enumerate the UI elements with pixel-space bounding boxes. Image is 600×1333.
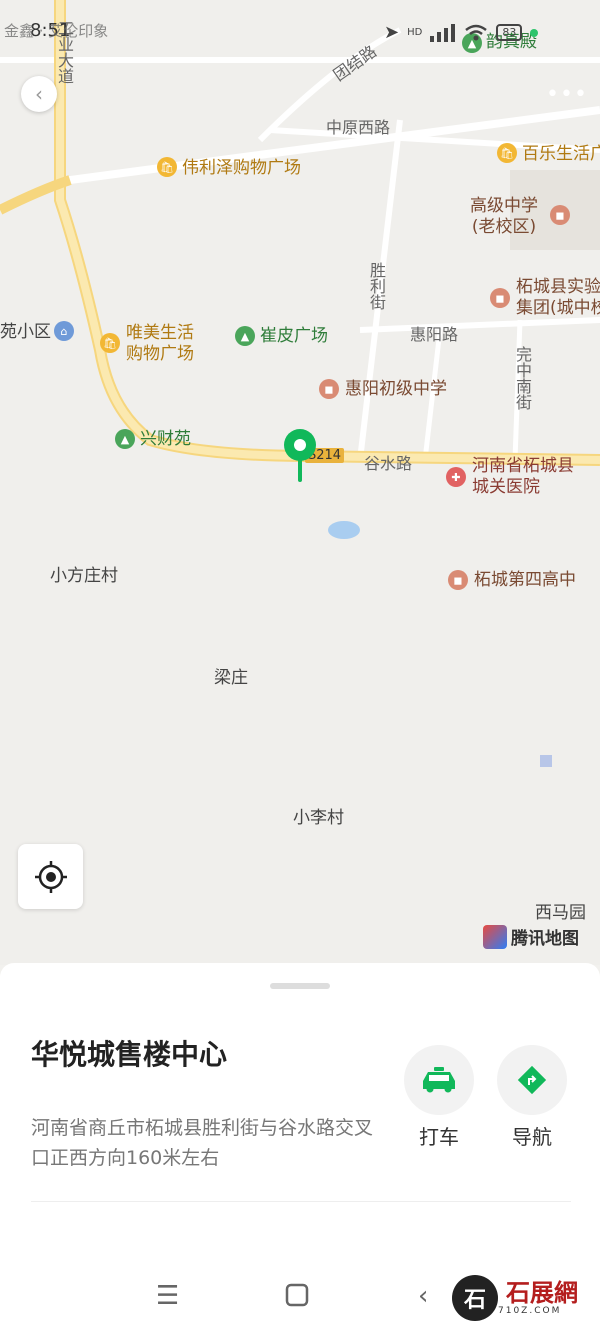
road-label-wanzhongnan: 完中南街 [513, 346, 532, 410]
school-icon: ◼ [490, 288, 510, 308]
place-address: 河南省商丘市柘城县胜利街与谷水路交叉口正西方向160米左右 [31, 1117, 374, 1169]
poi-yiyuan[interactable]: 河南省柘城县 城关医院 [472, 456, 574, 498]
poi-weimei[interactable]: 唯美生活 购物广场 [126, 323, 194, 365]
navigate-label: 导航 [512, 1125, 552, 1149]
road-label-gushui: 谷水路 [364, 454, 413, 473]
green-dot-icon [530, 28, 539, 37]
shop-icon: 🛍 [100, 333, 120, 353]
place-xiaoli[interactable]: 小李村 [293, 808, 344, 828]
sheet-drag-handle[interactable] [270, 983, 330, 989]
location-arrow-icon: ➤ [384, 22, 400, 43]
map-view[interactable]: 工业大道 团结路 中原西路 胜利街 惠阳路 完中南街 谷水路 S214 🛍 伟利… [0, 0, 600, 965]
wifi-icon [465, 24, 488, 40]
back-button[interactable]: ‹ [21, 76, 57, 112]
navigate-icon-circle [497, 1045, 567, 1115]
map-provider-name: 腾讯地图 [511, 929, 579, 949]
poi-huiyang[interactable]: 惠阳初级中学 [345, 379, 447, 399]
taxi-button[interactable]: 打车 [403, 1045, 475, 1150]
watermark-seal: 石 [452, 1275, 498, 1321]
sheet-divider [31, 1201, 571, 1202]
more-dots-icon: ••• [546, 82, 588, 107]
navigation-icon [517, 1065, 547, 1095]
road-label-huiyang: 惠阳路 [410, 325, 459, 344]
park-icon: ▲ [235, 326, 255, 346]
poi-baile[interactable]: 百乐生活广 [522, 144, 600, 164]
taxi-label: 打车 [419, 1125, 459, 1149]
residence-icon: ⌂ [54, 321, 74, 341]
watermark-url: 710Z.COM [498, 1306, 562, 1316]
poi-cuipi[interactable]: 崔皮广场 [260, 326, 328, 346]
navigate-button[interactable]: 导航 [496, 1045, 568, 1150]
shop-icon: 🛍 [157, 157, 177, 177]
place-detail-sheet[interactable]: 华悦城售楼中心 河南省商丘市柘城县胜利街与谷水路交叉口正西方向160米左右 打车… [0, 963, 600, 1253]
school-icon: ◼ [448, 570, 468, 590]
poi-disigao[interactable]: 柘城第四高中 [474, 570, 576, 590]
signal-icon [430, 23, 456, 42]
back-nav-button[interactable]: ‹ [418, 1281, 428, 1311]
poi-shiyan[interactable]: 柘城县实验 集团(城中校 [516, 277, 600, 319]
shop-icon: 🛍 [497, 143, 517, 163]
poi-xingcai[interactable]: 兴财苑 [140, 429, 191, 449]
chevron-left-icon: ‹ [35, 82, 43, 106]
crosshair-icon [34, 860, 67, 893]
taxi-icon [423, 1067, 455, 1093]
place-title: 华悦城售楼中心 [31, 1038, 228, 1071]
road-label-zhongyuanxi: 中原西路 [326, 118, 391, 137]
home-nav-button[interactable] [285, 1283, 309, 1314]
poi-yuanxiaoqu[interactable]: 苑小区 [0, 322, 51, 342]
more-options-button[interactable]: ••• [546, 82, 588, 107]
my-location-button[interactable] [18, 844, 83, 909]
network-type: HD [407, 27, 423, 38]
school-icon: ◼ [550, 205, 570, 225]
school-icon: ◼ [319, 379, 339, 399]
place-ximayuan[interactable]: 西马园 [535, 903, 586, 923]
status-icons: ➤ HD 83 [384, 22, 539, 43]
square-icon [285, 1283, 309, 1307]
poi-gaoji[interactable]: 高级中学 (老校区) [470, 196, 538, 238]
location-pin-icon[interactable] [282, 428, 318, 484]
status-notification: 金鑫 · 艾伦印象 [4, 22, 109, 40]
taxi-icon-circle [404, 1045, 474, 1115]
site-watermark: 石 石展網 710Z.COM [452, 1275, 578, 1321]
hospital-icon: ✚ [446, 467, 466, 487]
place-liangzhuang[interactable]: 梁庄 [214, 668, 248, 688]
watermark-name: 石展網 [506, 1278, 578, 1307]
park-icon: ▲ [115, 429, 135, 449]
battery-icon: 83 [496, 24, 523, 41]
place-xiaofang[interactable]: 小方庄村 [50, 566, 118, 586]
map-provider-logo: 腾讯地图 [483, 924, 579, 949]
road-label-shengli: 胜利街 [367, 262, 386, 310]
poi-weili[interactable]: 伟利泽购物广场 [182, 158, 301, 178]
menu-nav-button[interactable]: ☰ [156, 1281, 179, 1311]
tencent-map-icon [483, 924, 507, 949]
